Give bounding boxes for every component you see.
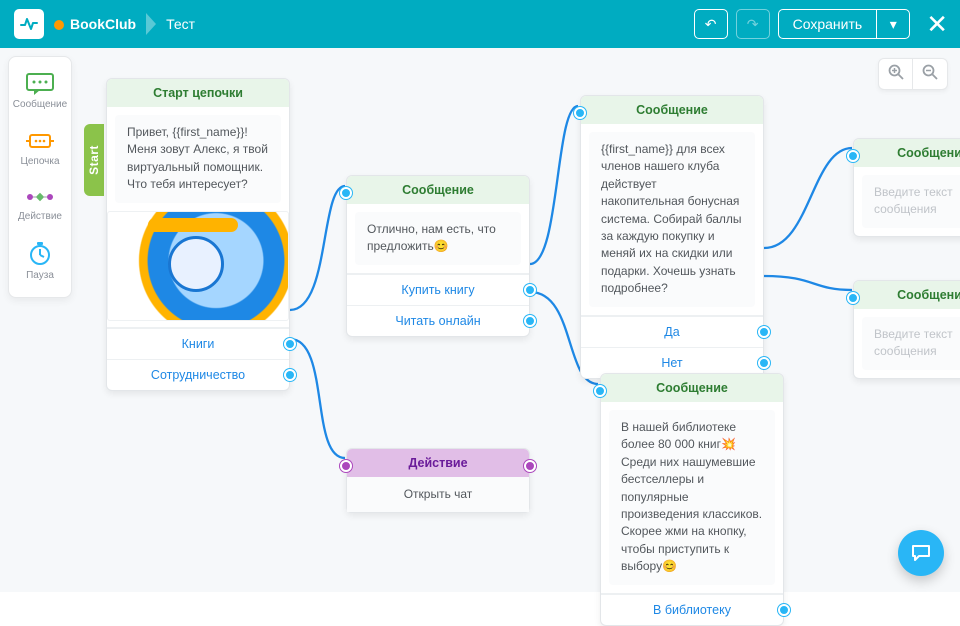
node-msg2-title: Сообщение	[581, 96, 763, 124]
save-button[interactable]: Сохранить	[778, 9, 877, 39]
node-msg4-title: Сообщение	[854, 139, 960, 167]
close-button[interactable]: ✕	[926, 11, 948, 37]
page-name[interactable]: Тест	[166, 16, 195, 32]
node-start-text: Привет, {{first_name}}! Меня зовут Алекс…	[115, 115, 281, 203]
node-start-option-partnership[interactable]: Сотрудничество	[107, 359, 289, 390]
palette-chain-label: Цепочка	[20, 156, 59, 167]
node-msg5[interactable]: Сообщение Введите текст сообщения	[853, 280, 960, 379]
node-msg2-text: {{first_name}} для всех членов нашего кл…	[589, 132, 755, 307]
pause-icon	[28, 242, 52, 266]
message-icon	[26, 73, 54, 95]
node-start[interactable]: Старт цепочки Привет, {{first_name}}! Ме…	[106, 78, 290, 391]
close-icon: ✕	[926, 9, 948, 39]
undo-button[interactable]: ↶	[694, 9, 728, 39]
chat-fab[interactable]	[898, 530, 944, 576]
node-msg4[interactable]: Сообщение Введите текст сообщения	[853, 138, 960, 237]
node-msg1-option-buy[interactable]: Купить книгу	[347, 274, 529, 305]
node-action-text: Открыть чат	[347, 477, 529, 512]
start-tab[interactable]: Start	[84, 124, 104, 196]
breadcrumb: BookClub Тест	[54, 13, 195, 35]
node-msg5-placeholder[interactable]: Введите текст сообщения	[862, 317, 960, 370]
output-port-icon[interactable]	[524, 284, 536, 296]
breadcrumb-separator-icon	[146, 13, 156, 35]
canvas[interactable]: Сообщение Цепочка Действие Пауза Start С…	[0, 48, 960, 592]
palette-message[interactable]: Сообщение	[9, 63, 71, 120]
node-msg5-title: Сообщение	[854, 281, 960, 309]
undo-icon: ↶	[705, 16, 717, 33]
tool-palette: Сообщение Цепочка Действие Пауза	[8, 56, 72, 298]
node-action-title: Действие	[347, 449, 529, 477]
input-port-icon[interactable]	[594, 385, 606, 397]
node-msg3[interactable]: Сообщение В нашей библиотеке более 80 00…	[600, 373, 784, 626]
node-msg4-placeholder[interactable]: Введите текст сообщения	[862, 175, 960, 228]
input-port-icon[interactable]	[340, 187, 352, 199]
palette-pause-label: Пауза	[26, 270, 54, 281]
zoom-controls	[878, 58, 948, 90]
output-port-icon[interactable]	[524, 315, 536, 327]
node-msg1[interactable]: Сообщение Отлично, нам есть, что предлож…	[346, 175, 530, 337]
palette-action[interactable]: Действие	[9, 177, 71, 232]
palette-action-label: Действие	[18, 211, 62, 222]
output-port-icon[interactable]	[758, 357, 770, 369]
node-msg3-title: Сообщение	[601, 374, 783, 402]
zoom-in-button[interactable]	[879, 59, 913, 89]
zoom-out-button[interactable]	[913, 59, 947, 89]
node-msg3-option-library[interactable]: В библиотеку	[601, 594, 783, 625]
node-start-image	[107, 211, 289, 321]
palette-message-label: Сообщение	[13, 99, 67, 110]
redo-icon: ↷	[747, 16, 759, 33]
project-name[interactable]: BookClub	[54, 16, 136, 32]
topbar: BookClub Тест ↶ ↷ Сохранить ▾ ✕	[0, 0, 960, 48]
input-port-icon[interactable]	[340, 460, 352, 472]
save-options-button[interactable]: ▾	[876, 9, 910, 39]
chat-icon	[910, 542, 932, 564]
input-port-icon[interactable]	[574, 107, 586, 119]
output-port-icon[interactable]	[284, 369, 296, 381]
node-action[interactable]: Действие Открыть чат	[346, 448, 530, 513]
output-port-icon[interactable]	[524, 460, 536, 472]
status-dot-icon	[54, 20, 64, 30]
zoom-in-icon	[888, 64, 904, 80]
node-start-title: Старт цепочки	[107, 79, 289, 107]
chain-icon	[26, 130, 54, 152]
palette-chain[interactable]: Цепочка	[9, 120, 71, 177]
output-port-icon[interactable]	[284, 338, 296, 350]
node-msg3-text: В нашей библиотеке более 80 000 книг💥 Ср…	[609, 410, 775, 585]
node-msg1-option-read[interactable]: Читать онлайн	[347, 305, 529, 336]
node-msg1-text: Отлично, нам есть, что предложить😊	[355, 212, 521, 265]
output-port-icon[interactable]	[778, 604, 790, 616]
input-port-icon[interactable]	[847, 292, 859, 304]
zoom-out-icon	[922, 64, 938, 80]
action-icon	[26, 187, 54, 207]
node-start-option-books[interactable]: Книги	[107, 328, 289, 359]
chevron-down-icon: ▾	[890, 16, 897, 33]
palette-pause[interactable]: Пауза	[9, 232, 71, 291]
node-msg2[interactable]: Сообщение {{first_name}} для всех членов…	[580, 95, 764, 379]
redo-button[interactable]: ↷	[736, 9, 770, 39]
input-port-icon[interactable]	[847, 150, 859, 162]
app-logo[interactable]	[14, 9, 44, 39]
node-msg2-option-yes[interactable]: Да	[581, 316, 763, 347]
node-msg1-title: Сообщение	[347, 176, 529, 204]
output-port-icon[interactable]	[758, 326, 770, 338]
